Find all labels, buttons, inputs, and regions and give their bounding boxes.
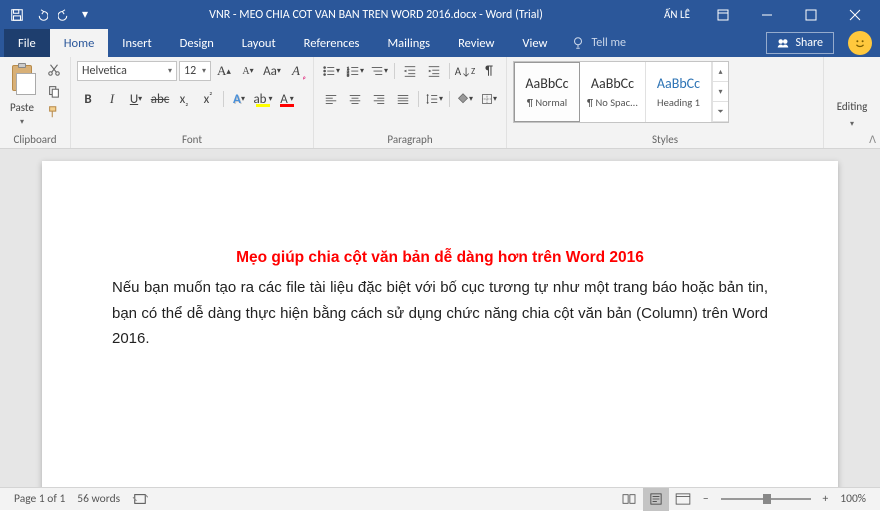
read-mode-button[interactable]: [615, 488, 643, 511]
share-label: Share: [795, 36, 823, 50]
doc-heading[interactable]: Mẹo giúp chia cột văn bản dễ dàng hơn tr…: [112, 249, 768, 267]
sort-button[interactable]: A↓Z: [454, 61, 476, 81]
style-no-spacing[interactable]: AaBbCc ¶ No Spac...: [580, 62, 646, 122]
underline-button[interactable]: U▾: [125, 89, 147, 109]
print-layout-button[interactable]: [643, 488, 669, 511]
redo-button[interactable]: [56, 4, 74, 26]
tell-me[interactable]: Tell me: [561, 29, 636, 57]
tab-file[interactable]: File: [4, 29, 50, 57]
paste-icon: [8, 63, 36, 97]
bullets-button[interactable]: ▾: [320, 61, 342, 81]
window-title: VNR - MEO CHIA COT VAN BAN TREN WORD 201…: [90, 8, 662, 22]
shrink-font-button[interactable]: A▾: [237, 61, 259, 81]
shading-button[interactable]: ▾: [454, 89, 476, 109]
justify-button[interactable]: [392, 89, 414, 109]
style-normal[interactable]: AaBbCc ¶ Normal: [514, 62, 580, 122]
font-name-combo[interactable]: Helvetica▾: [77, 61, 177, 81]
word-count[interactable]: 56 words: [71, 488, 126, 511]
font-size-combo[interactable]: 12▾: [179, 61, 211, 81]
collapse-ribbon-button[interactable]: ᐱ: [869, 133, 876, 146]
title-bar: ▾ VNR - MEO CHIA COT VAN BAN TREN WORD 2…: [0, 0, 880, 29]
cut-button[interactable]: [44, 61, 64, 79]
increase-indent-button[interactable]: [423, 61, 445, 81]
align-center-button[interactable]: [344, 89, 366, 109]
paste-button[interactable]: Paste ▾: [6, 61, 38, 127]
group-label-paragraph: Paragraph: [320, 131, 500, 148]
group-font: Helvetica▾ 12▾ A▴ A▾ Aa▾ Aᵨ B I U▾ abc x…: [71, 57, 314, 148]
bold-button[interactable]: B: [77, 89, 99, 109]
tab-home[interactable]: Home: [50, 29, 109, 57]
status-bar: Page 1 of 1 56 words − + 100%: [0, 487, 880, 510]
change-case-button[interactable]: Aa▾: [261, 61, 283, 81]
doc-body[interactable]: Nếu bạn muốn tạo ra các file tài liệu đặ…: [112, 275, 768, 352]
editing-button[interactable]: Editing ▾: [830, 63, 874, 129]
highlight-button[interactable]: ab▾: [252, 89, 274, 109]
document-area[interactable]: Mẹo giúp chia cột văn bản dễ dàng hơn tr…: [0, 149, 880, 487]
group-clipboard: Paste ▾ Clipboard: [0, 57, 71, 148]
tab-mailings[interactable]: Mailings: [373, 29, 444, 57]
ribbon: Paste ▾ Clipboard Helvetica▾ 12▾ A▴ A▾ A…: [0, 57, 880, 149]
ribbon-tabs: File Home Insert Design Layout Reference…: [0, 29, 880, 57]
decrease-indent-button[interactable]: [399, 61, 421, 81]
clear-formatting-button[interactable]: Aᵨ: [285, 61, 307, 81]
multilevel-button[interactable]: ▾: [368, 61, 390, 81]
proofing-button[interactable]: [126, 488, 154, 511]
group-styles: AaBbCc ¶ Normal AaBbCc ¶ No Spac... AaBb…: [507, 57, 824, 148]
format-painter-button[interactable]: [44, 103, 64, 121]
share-button[interactable]: Share: [766, 32, 834, 54]
web-layout-button[interactable]: [669, 488, 697, 511]
group-label-clipboard: Clipboard: [6, 131, 64, 148]
group-label-font: Font: [77, 131, 307, 148]
group-paragraph: ▾ 123▾ ▾ A↓Z ¶ ▾ ▾ ▾ Par: [314, 57, 507, 148]
tab-insert[interactable]: Insert: [108, 29, 165, 57]
tab-view[interactable]: View: [508, 29, 561, 57]
grow-font-button[interactable]: A▴: [213, 61, 235, 81]
close-button[interactable]: [834, 0, 876, 29]
align-left-button[interactable]: [320, 89, 342, 109]
undo-button[interactable]: [32, 4, 50, 26]
styles-more[interactable]: ▴▾⏷: [712, 62, 728, 122]
save-button[interactable]: [8, 4, 26, 26]
svg-text:3: 3: [347, 73, 350, 78]
font-color-button[interactable]: A▾: [276, 89, 298, 109]
tab-review[interactable]: Review: [444, 29, 508, 57]
zoom-in-button[interactable]: +: [817, 488, 835, 511]
tab-references[interactable]: References: [290, 29, 374, 57]
ribbon-display-button[interactable]: [702, 0, 744, 29]
group-label-styles: Styles: [513, 131, 817, 148]
copy-button[interactable]: [44, 82, 64, 100]
minimize-button[interactable]: [746, 0, 788, 29]
numbering-button[interactable]: 123▾: [344, 61, 366, 81]
text-effects-button[interactable]: A▾: [228, 89, 250, 109]
maximize-button[interactable]: [790, 0, 832, 29]
zoom-slider[interactable]: [721, 498, 811, 500]
qat-customize-button[interactable]: ▾: [80, 4, 90, 26]
line-spacing-button[interactable]: ▾: [423, 89, 445, 109]
page-number[interactable]: Page 1 of 1: [8, 488, 71, 511]
subscript-button[interactable]: x₂: [173, 89, 195, 109]
align-right-button[interactable]: [368, 89, 390, 109]
strikethrough-button[interactable]: abc: [149, 89, 171, 109]
page[interactable]: Mẹo giúp chia cột văn bản dễ dàng hơn tr…: [42, 161, 838, 487]
feedback-icon[interactable]: [848, 31, 872, 55]
show-paragraph-button[interactable]: ¶: [478, 61, 500, 81]
superscript-button[interactable]: x²: [197, 89, 219, 109]
zoom-level[interactable]: 100%: [834, 488, 872, 511]
tab-layout[interactable]: Layout: [228, 29, 290, 57]
quick-access-toolbar: ▾: [4, 4, 90, 26]
user-name[interactable]: ẤN LÊ: [662, 8, 692, 21]
styles-gallery: AaBbCc ¶ Normal AaBbCc ¶ No Spac... AaBb…: [513, 61, 729, 123]
tab-design[interactable]: Design: [166, 29, 228, 57]
tell-me-label: Tell me: [591, 36, 626, 50]
style-heading-1[interactable]: AaBbCc Heading 1: [646, 62, 712, 122]
borders-button[interactable]: ▾: [478, 89, 500, 109]
zoom-out-button[interactable]: −: [697, 488, 715, 511]
italic-button[interactable]: I: [101, 89, 123, 109]
